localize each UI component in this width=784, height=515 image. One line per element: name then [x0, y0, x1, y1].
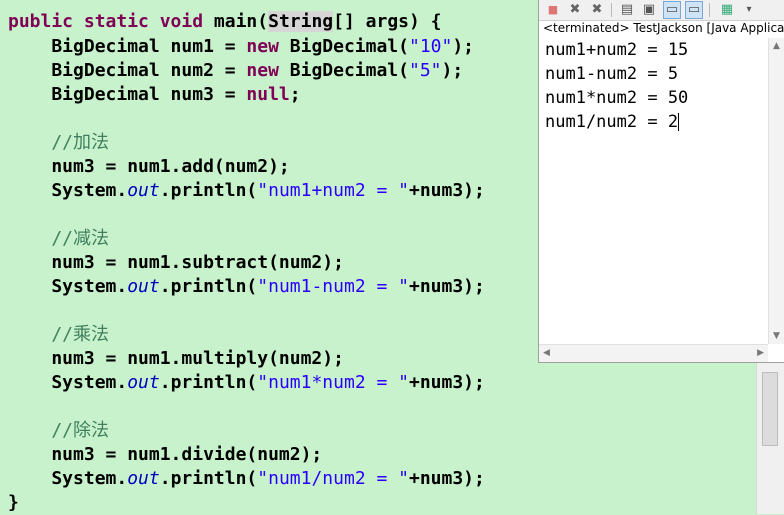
comment-divide: //除法	[8, 420, 110, 441]
scroll-lock-icon[interactable]: ▣	[641, 2, 657, 18]
code-line-add: num3 = num1.add(num2);	[8, 156, 290, 177]
scroll-left-arrow-icon[interactable]: ◀	[543, 348, 550, 358]
code-line-num3-decl: BigDecimal num3 = null;	[8, 84, 301, 105]
code-line-closing-brace: }	[8, 492, 19, 513]
scroll-up-arrow-icon[interactable]: ▲	[773, 41, 780, 51]
code-line-num2-decl: BigDecimal num2 = new BigDecimal("5");	[8, 60, 464, 81]
display-selected-console-icon[interactable]: ▾	[741, 2, 757, 18]
clear-console-icon[interactable]: ▤	[619, 2, 635, 18]
remove-launch-icon[interactable]: ✖	[567, 2, 583, 18]
console-line: num1*num2 = 50	[545, 88, 689, 108]
comment-subtract: //减法	[8, 228, 110, 249]
code-line-main-signature: public static void main(String[] args) {	[8, 11, 442, 32]
code-line-print-divide: System.out.println("num1/num2 = "+num3);	[8, 468, 485, 489]
console-status-label: <terminated> TestJackson [Java Applicat	[543, 21, 784, 35]
remove-all-icon[interactable]: ✖	[589, 2, 605, 18]
code-line-print-add: System.out.println("num1+num2 = "+num3);	[8, 180, 485, 201]
scroll-down-arrow-icon[interactable]: ▼	[773, 331, 780, 341]
code-line-num1-decl: BigDecimal num1 = new BigDecimal("10");	[8, 36, 475, 57]
console-output[interactable]: num1+num2 = 15 num1-num2 = 5 num1*num2 =…	[545, 38, 688, 134]
console-line: num1/num2 = 2	[545, 112, 680, 132]
comment-add: //加法	[8, 132, 110, 153]
code-line-subtract: num3 = num1.subtract(num2);	[8, 252, 344, 273]
code-line-multiply: num3 = num1.multiply(num2);	[8, 348, 344, 369]
scroll-right-arrow-icon[interactable]: ▶	[757, 348, 764, 358]
highlighted-type: String	[268, 11, 334, 32]
console-vertical-scrollbar[interactable]: ▲ ▼	[768, 38, 784, 344]
pin-console-icon[interactable]: ▦	[719, 2, 735, 18]
terminate-icon[interactable]: ■	[545, 2, 561, 18]
console-line: num1-num2 = 5	[545, 64, 679, 84]
show-when-output-icon[interactable]: ▭	[663, 1, 681, 19]
show-when-error-icon[interactable]: ▭	[685, 1, 703, 19]
code-line-print-subtract: System.out.println("num1-num2 = "+num3);	[8, 276, 485, 297]
toolbar-separator	[611, 3, 612, 17]
code-line-divide: num3 = num1.divide(num2);	[8, 444, 323, 465]
toolbar-separator	[709, 3, 710, 17]
console-horizontal-scrollbar[interactable]: ◀ ▶	[539, 344, 768, 362]
editor-vertical-scrollbar[interactable]	[756, 362, 784, 514]
console-toolbar: ■ ✖ ✖ ▤ ▣ ▭ ▭ ▦ ▾	[539, 0, 784, 21]
keyword: public static void	[8, 11, 204, 32]
text-caret	[678, 113, 680, 131]
code-line-print-multiply: System.out.println("num1*num2 = "+num3);	[8, 372, 485, 393]
comment-multiply: //乘法	[8, 324, 110, 345]
console-line: num1+num2 = 15	[545, 40, 689, 60]
console-view: ■ ✖ ✖ ▤ ▣ ▭ ▭ ▦ ▾ <terminated> TestJacks…	[538, 0, 784, 363]
editor-scroll-thumb[interactable]	[762, 372, 778, 446]
